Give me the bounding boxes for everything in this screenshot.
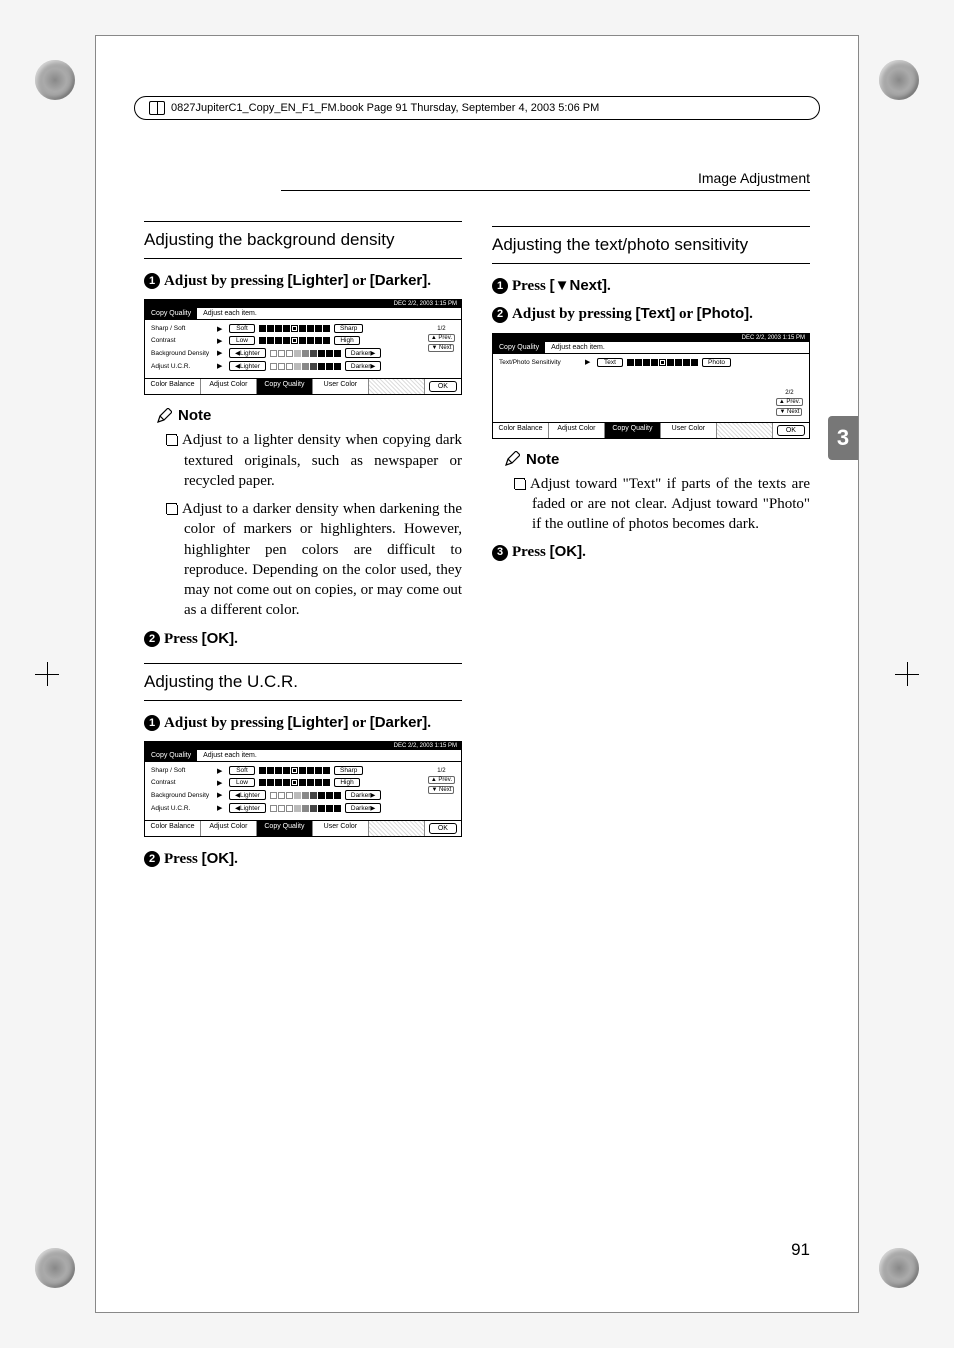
content: Adjusting the background density 1Adjust… [144,221,810,1232]
step-number-icon: 3 [492,545,508,561]
right-column: Adjusting the text/photo sensitivity 1Pr… [492,221,810,1232]
prev-button[interactable]: ▲ Prev. [428,334,455,342]
crop-mark [879,60,919,100]
ss-tab: Copy Quality [145,308,197,319]
darker-button[interactable]: Darker▶ [345,348,382,358]
darker-button[interactable]: Darker▶ [345,361,382,371]
step-number-icon: 1 [492,278,508,294]
left-column: Adjusting the background density 1Adjust… [144,221,462,1232]
soft-button[interactable]: Soft [229,324,255,333]
note-bullet-icon [166,503,177,514]
registration-mark [35,662,59,686]
note-item: Adjust toward "Text" if parts of the tex… [532,474,810,535]
screenshot-copy-quality-1: DEC 2/2, 2003 1:15 PM Copy Quality Adjus… [144,299,462,395]
note-bullet-icon [514,478,525,489]
note-header: Note [156,407,462,424]
next-button[interactable]: ▼ Next [428,344,454,352]
step-1: 1Adjust by pressing [Lighter] or [Darker… [166,713,462,733]
section-heading-ucr: Adjusting the U.C.R. [144,663,462,701]
step-2: 2Press [OK]. [166,849,462,869]
chapter-tab: 3 [828,416,858,460]
pencil-icon [504,451,520,467]
step-1: 1Press [▼Next]. [514,276,810,296]
registration-mark [895,662,919,686]
step-1: 1Adjust by pressing [Lighter] or [Darker… [166,271,462,291]
step-number-icon: 2 [144,631,160,647]
step-number-icon: 2 [144,851,160,867]
note-bullet-icon [166,434,177,445]
crop-mark [35,1248,75,1288]
section-heading-text-photo: Adjusting the text/photo sensitivity [492,226,810,264]
photo-button[interactable]: Photo [702,358,731,367]
low-button[interactable]: Low [229,336,255,345]
header-rule [281,190,810,191]
screenshot-text-photo: DEC 2/2, 2003 1:15 PM Copy Quality Adjus… [492,333,810,439]
step-2: 2Press [OK]. [166,629,462,649]
screenshot-copy-quality-2: DEC 2/2, 2003 1:15 PM Copy Quality Adjus… [144,741,462,837]
step-2: 2Adjust by pressing [Text] or [Photo]. [514,304,810,324]
step-number-icon: 1 [144,715,160,731]
lighter-button[interactable]: ◀Lighter [229,348,266,358]
ok-button[interactable]: OK [429,381,457,392]
crop-mark [35,60,75,100]
sharp-button[interactable]: Sharp [334,324,363,333]
pencil-icon [156,408,172,424]
step-number-icon: 1 [144,273,160,289]
running-header: Image Adjustment [698,170,810,186]
book-icon [149,101,165,115]
section-heading-bg-density: Adjusting the background density [144,221,462,259]
lighter-button[interactable]: ◀Lighter [229,361,266,371]
note-header: Note [504,451,810,468]
note-item: Adjust to a lighter density when copying… [184,430,462,491]
page: 0827JupiterC1_Copy_EN_F1_FM.book Page 91… [95,35,859,1313]
frame-filename: 0827JupiterC1_Copy_EN_F1_FM.book Page 91… [171,102,599,114]
crop-mark [879,1248,919,1288]
frame-header: 0827JupiterC1_Copy_EN_F1_FM.book Page 91… [134,96,820,120]
high-button[interactable]: High [334,336,360,345]
step-number-icon: 2 [492,307,508,323]
step-3: 3Press [OK]. [514,542,810,562]
page-number: 91 [791,1240,810,1260]
text-button[interactable]: Text [597,358,623,367]
note-item: Adjust to a darker density when darkenin… [184,499,462,621]
